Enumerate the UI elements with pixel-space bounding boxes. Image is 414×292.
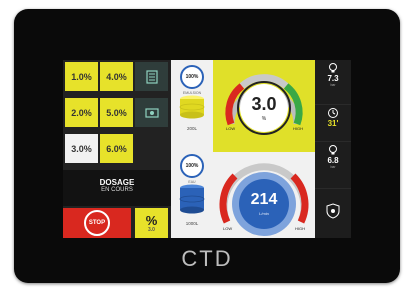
tank-emulsion: 100% EMULSION 200L (175, 65, 209, 131)
lightbulb-icon (329, 63, 337, 73)
pressure-bottom-value: 6.8 (327, 156, 339, 165)
gauge-low-label: LOW (223, 226, 233, 231)
gauge-low-label: LOW (226, 126, 236, 131)
preset-6-button[interactable]: 6.0% (100, 134, 133, 163)
pressure-top-value: 7.3 (327, 74, 339, 83)
concentration-value: 3.0 (251, 94, 277, 114)
brand-logo: CTD (181, 246, 233, 271)
concentration-panel: 1.0% 4.0% 2.0% 5.0% 3.0% 6.0% DOSAGE EN … (63, 60, 171, 238)
concentration-unit: % (261, 116, 267, 122)
percent-value: 3.0 (148, 226, 155, 233)
flow-gauge-panel: 214 L/min LOW HIGH (213, 152, 315, 238)
tank-volume: 1000L (185, 221, 199, 226)
timer-value: 31' (327, 119, 339, 128)
tank-water: 100% EAU 1000L (175, 154, 209, 226)
pressure-bottom-unit: bar (330, 165, 336, 169)
stop-label: STOP (88, 220, 106, 226)
dosage-status: DOSAGE EN COURS (63, 170, 171, 206)
pressure-readout-bottom: 6.8 bar (315, 142, 351, 188)
preset-2-button[interactable]: 2.0% (65, 98, 98, 127)
lightbulb-icon (329, 145, 337, 155)
tank-icon (179, 95, 205, 119)
tank-panel: 100% EMULSION 200L 100% EAU 1000L (171, 60, 213, 238)
tank-volume: 200L (186, 126, 197, 131)
tank-level-badge: 100% (180, 154, 204, 178)
list-button[interactable] (135, 62, 168, 91)
flow-value: 214 (250, 191, 278, 208)
hmi-screen: 1.0% 4.0% 2.0% 5.0% 3.0% 6.0% DOSAGE EN … (63, 60, 351, 238)
pressure-readout-top: 7.3 bar (315, 60, 351, 104)
tank-level-badge: 100% (180, 65, 204, 89)
preset-4-button[interactable]: 4.0% (100, 62, 133, 91)
badge-panel[interactable] (315, 189, 351, 238)
clock-icon (328, 108, 338, 118)
flow-unit: L/min (259, 211, 269, 216)
concentration-gauge-panel: 3.0 % LOW HIGH (213, 60, 315, 152)
dosage-subtitle: EN COURS (101, 187, 133, 193)
percent-button[interactable]: % 3.0 (135, 208, 168, 238)
timer-readout: 31' (315, 105, 351, 141)
list-icon (145, 69, 158, 84)
pressure-top-unit: bar (330, 83, 336, 87)
dosage-title: DOSAGE (99, 178, 135, 187)
shield-icon (326, 203, 340, 219)
tank-icon (179, 184, 205, 214)
settings-button[interactable] (135, 98, 168, 127)
percent-symbol: % (145, 212, 158, 228)
preset-1-button[interactable]: 1.0% (65, 62, 98, 91)
stop-icon: STOP (84, 210, 110, 236)
gauge-settings-icon (144, 107, 159, 118)
preset-5-button[interactable]: 5.0% (100, 98, 133, 127)
preset-3-button[interactable]: 3.0% (65, 134, 98, 163)
gauge-high-label: HIGH (293, 126, 303, 131)
stop-button[interactable]: STOP (63, 208, 131, 238)
gauge-high-label: HIGH (295, 226, 305, 231)
